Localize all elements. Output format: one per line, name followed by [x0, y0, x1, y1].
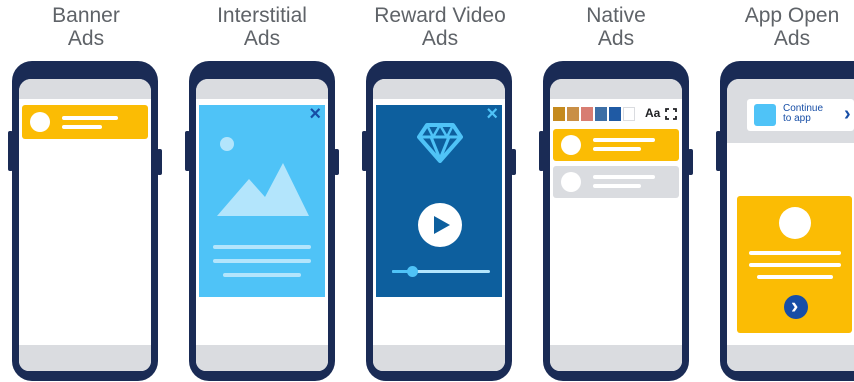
phone-side-button: [157, 149, 162, 175]
nav-bar: [19, 345, 151, 371]
continue-to-app-bar[interactable]: Continue to app ›: [747, 99, 854, 131]
content-list-item[interactable]: [553, 166, 679, 198]
title-line-1: Banner: [52, 4, 120, 27]
banner-ad-avatar: [30, 112, 50, 132]
chevron-right-icon[interactable]: ›: [844, 103, 851, 126]
continue-label-line-2: to app: [783, 113, 811, 124]
app-open-ads-title: App Open Ads: [707, 4, 854, 50]
play-button[interactable]: [418, 203, 462, 247]
close-icon[interactable]: ×: [486, 103, 498, 126]
interstitial-text-line: [213, 259, 311, 263]
banner-ad-text-line: [62, 125, 102, 129]
reward-video-ads-title: Reward Video Ads: [355, 4, 525, 50]
list-item-avatar: [561, 172, 581, 192]
native-ad-card[interactable]: [553, 129, 679, 161]
app-open-ad-text-line: [749, 251, 841, 255]
app-open-ad-cta-button[interactable]: ›: [784, 293, 808, 319]
app-open-ad[interactable]: ›: [737, 196, 852, 333]
status-bar: [196, 79, 328, 99]
color-swatch[interactable]: [553, 107, 565, 121]
title-line-1: App Open: [744, 4, 840, 27]
title-line-1: Reward Video: [374, 4, 506, 27]
list-item-text-line: [593, 175, 655, 179]
native-style-toolbar: Aa: [553, 106, 679, 123]
play-icon: [434, 216, 450, 234]
native-ad-text-line: [593, 147, 641, 151]
interstitial-ad[interactable]: ×: [199, 103, 325, 297]
native-ad-text-line: [593, 138, 655, 142]
banner-ads-title: Banner Ads: [1, 4, 171, 50]
interstitial-ads-title: Interstitial Ads: [177, 4, 347, 50]
native-phone: Aa: [539, 61, 693, 381]
app-open-ad-text-line: [749, 263, 841, 267]
text-style-icon[interactable]: Aa: [645, 106, 660, 120]
color-swatch[interactable]: [609, 107, 621, 121]
interstitial-text-line: [223, 273, 301, 277]
nav-bar: [550, 345, 682, 371]
app-open-ad-text-line: [757, 275, 833, 279]
app-icon: [754, 104, 776, 126]
continue-label: Continue to app: [783, 104, 823, 124]
nav-bar: [727, 345, 854, 371]
color-swatch[interactable]: [595, 107, 607, 121]
reward-video-ad[interactable]: ×: [376, 103, 502, 297]
banner-phone: [8, 61, 162, 381]
status-bar: [373, 79, 505, 99]
title-line-2: Ads: [597, 27, 635, 50]
app-open-phone: Continue to app › ›: [716, 61, 854, 381]
phone-side-button: [362, 131, 367, 171]
list-item-text-line: [593, 184, 641, 188]
interstitial-phone: ×: [185, 61, 339, 381]
phone-screen: Aa: [550, 79, 682, 371]
title-line-1: Native: [586, 4, 646, 27]
banner-ad-text-line: [62, 116, 118, 120]
phone-side-button: [716, 131, 721, 171]
phone-screen: ×: [373, 79, 505, 371]
image-placeholder-icon: [217, 163, 309, 216]
phone-side-button: [8, 131, 13, 171]
arrow-right-icon: ›: [791, 293, 799, 318]
diamond-icon: [417, 123, 463, 163]
color-swatch[interactable]: [567, 107, 579, 121]
phone-screen: Continue to app › ›: [727, 79, 854, 371]
reward-video-phone: ×: [362, 61, 516, 381]
title-line-2: Ads: [67, 27, 105, 50]
phone-side-button: [185, 131, 190, 171]
title-line-2: Ads: [421, 27, 459, 50]
fullscreen-icon[interactable]: [665, 108, 677, 120]
sun-icon: [220, 137, 234, 151]
status-bar: [550, 79, 682, 99]
title-line-2: Ads: [243, 27, 281, 50]
video-progress-handle[interactable]: [407, 266, 418, 277]
banner-ad[interactable]: [22, 105, 148, 139]
title-line-2: Ads: [773, 27, 811, 50]
phone-side-button: [688, 149, 693, 175]
nav-bar: [373, 345, 505, 371]
interstitial-text-line: [213, 245, 311, 249]
phone-side-button: [334, 149, 339, 175]
color-swatch[interactable]: [581, 107, 593, 121]
color-swatch[interactable]: [623, 107, 635, 121]
close-icon[interactable]: ×: [309, 103, 321, 126]
native-ad-avatar: [561, 135, 581, 155]
phone-screen: ×: [196, 79, 328, 371]
title-line-1: Interstitial: [217, 4, 307, 27]
phone-side-button: [539, 131, 544, 171]
native-ads-title: Native Ads: [531, 4, 701, 50]
status-bar: [19, 79, 151, 99]
app-open-ad-logo: [779, 207, 811, 239]
nav-bar: [196, 345, 328, 371]
phone-screen: [19, 79, 151, 371]
phone-side-button: [511, 149, 516, 175]
